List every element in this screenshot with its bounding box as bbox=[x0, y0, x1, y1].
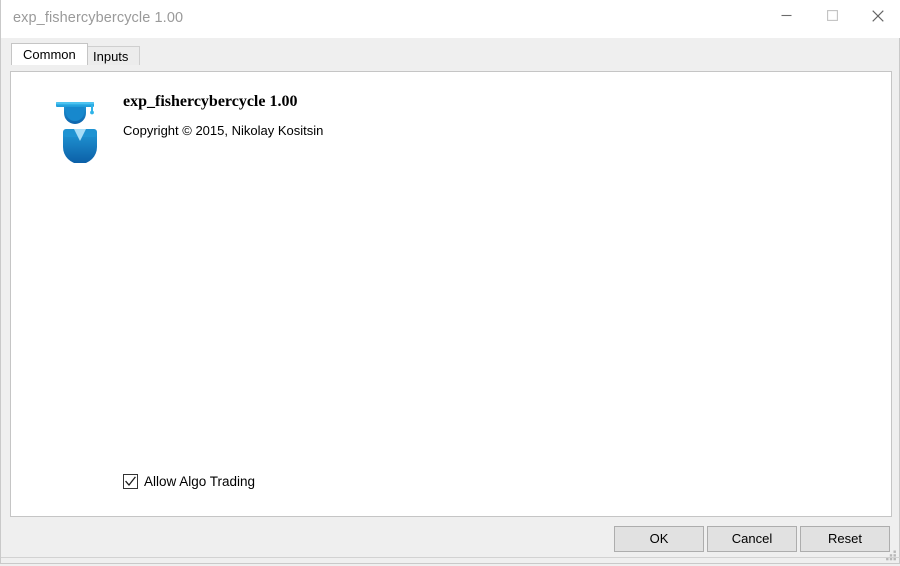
checkbox-box[interactable] bbox=[123, 474, 138, 489]
common-tab-panel: exp_fishercybercycle 1.00 Copyright © 20… bbox=[10, 72, 892, 517]
close-button[interactable] bbox=[855, 0, 900, 31]
ok-button[interactable]: OK bbox=[614, 526, 704, 552]
tab-strip: Common Inputs bbox=[1, 38, 900, 65]
background-window-divider bbox=[1, 557, 900, 558]
close-icon bbox=[872, 9, 884, 22]
expert-advisor-icon bbox=[52, 93, 108, 164]
maximize-icon bbox=[826, 10, 838, 21]
minimize-icon bbox=[781, 10, 792, 21]
expert-name: exp_fishercybercycle 1.00 bbox=[123, 93, 298, 110]
minimize-button[interactable] bbox=[763, 0, 809, 31]
tab-inputs[interactable]: Inputs bbox=[81, 46, 141, 65]
allow-algo-trading-label: Allow Algo Trading bbox=[144, 474, 256, 489]
panel-top-edge bbox=[10, 71, 892, 72]
cancel-button[interactable]: Cancel bbox=[707, 526, 797, 552]
background-window-peek bbox=[1, 557, 900, 563]
expert-properties-dialog: exp_fishercybercycle 1.00 Common Inputs … bbox=[0, 0, 900, 564]
tab-common[interactable]: Common bbox=[11, 43, 88, 65]
title-bar: exp_fishercybercycle 1.00 bbox=[1, 0, 900, 38]
tab-inputs-label: Inputs bbox=[93, 48, 129, 64]
caption-button-group bbox=[763, 0, 900, 38]
maximize-button[interactable] bbox=[809, 0, 855, 31]
expert-copyright: Copyright © 2015, Nikolay Kositsin bbox=[123, 123, 324, 138]
allow-algo-trading-checkbox[interactable]: Allow Algo Trading bbox=[123, 474, 255, 489]
tab-common-label: Common bbox=[23, 47, 76, 62]
window-title: exp_fishercybercycle 1.00 bbox=[13, 10, 184, 26]
reset-button[interactable]: Reset bbox=[800, 526, 890, 552]
